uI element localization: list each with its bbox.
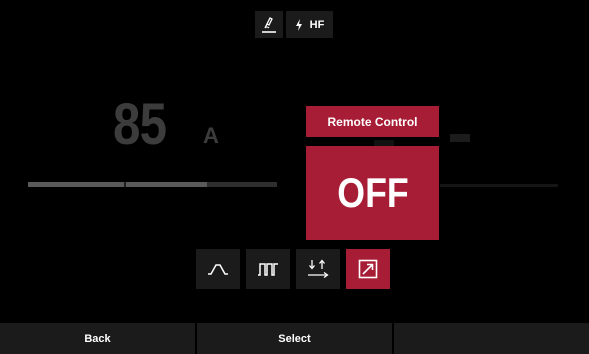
remote-mode-button[interactable] [346,249,390,289]
remote-control-state[interactable]: OFF [306,146,439,240]
current-value: 85 [113,92,167,157]
lightning-bolt-icon [295,18,302,31]
two-stroke-arrows-icon [308,259,329,279]
mode-buttons [196,249,390,289]
select-button[interactable]: Select [197,323,392,354]
dim-value-segment [450,134,470,142]
square-wave-mode-button[interactable] [246,249,290,289]
right-softkey[interactable] [394,323,589,354]
current-slider[interactable] [28,182,277,187]
current-slider-fill [28,182,208,187]
hf-label: HF [309,18,325,31]
top-status-icons: HF [255,11,333,38]
hf-mode-button[interactable]: HF [286,11,333,38]
pulse-mode-button[interactable] [196,249,240,289]
remote-arrow-icon [358,259,378,279]
torch-mode-button[interactable] [255,11,283,38]
pulse-curve-icon [208,264,228,275]
current-slider-tick [124,182,126,187]
remote-control-state-label: OFF [336,169,409,216]
torch-weld-icon [262,16,276,33]
softkey-bar: Back Select [0,323,589,354]
secondary-slider [440,184,558,187]
current-unit: A [203,123,219,148]
square-wave-icon [258,263,278,276]
remote-control-title: Remote Control [306,106,439,137]
trigger-mode-button[interactable] [296,249,340,289]
back-button[interactable]: Back [0,323,195,354]
